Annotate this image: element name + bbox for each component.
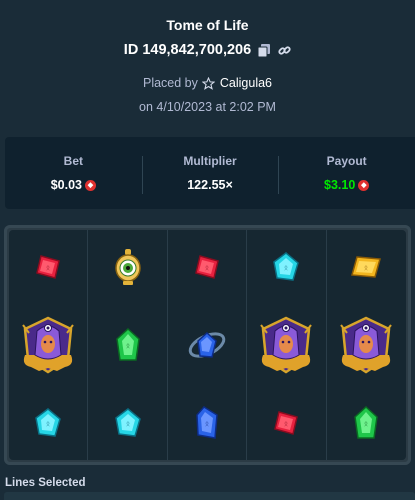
svg-text:ᛟ: ᛟ bbox=[125, 420, 129, 428]
placed-by-row: Placed by Caligula6 bbox=[0, 76, 415, 90]
currency-coin-icon: ◆ bbox=[84, 179, 96, 191]
reel-grid: ᛟᛟᛟᛟᛟᛟᛟᛟᛟᛟ bbox=[9, 230, 406, 460]
star-icon bbox=[202, 76, 216, 90]
blue-gem-icon: ᛟ bbox=[168, 387, 246, 460]
username-link[interactable]: Caligula6 bbox=[220, 76, 272, 90]
currency-coin-icon: ◆ bbox=[358, 179, 370, 191]
link-icon[interactable] bbox=[277, 43, 291, 57]
reel-column: ᛟᛟ bbox=[247, 230, 327, 460]
svg-text:ᛟ: ᛟ bbox=[364, 420, 368, 428]
reel-column: ᛟᛟ bbox=[88, 230, 168, 460]
reel-column: ᛟᛟ bbox=[9, 230, 89, 460]
payout-label: Payout bbox=[326, 154, 367, 168]
red-gem-icon: ᛟ bbox=[168, 230, 246, 303]
bet-id-row: ID 149,842,700,206 bbox=[0, 42, 415, 58]
svg-text:ᛟ: ᛟ bbox=[125, 342, 129, 350]
bet-stats-panel: Bet $0.03 ◆ Multiplier 122.55× Payout $3… bbox=[5, 137, 415, 209]
bet-value: $0.03 bbox=[50, 178, 82, 192]
cyan-gem-icon: ᛟ bbox=[247, 230, 325, 303]
svg-text:ᛟ: ᛟ bbox=[284, 264, 288, 272]
payout-value: $3.10 bbox=[324, 178, 356, 192]
bet-id: ID 149,842,700,206 bbox=[123, 42, 252, 58]
svg-text:ᛟ: ᛟ bbox=[284, 420, 288, 428]
slot-board: ᛟᛟᛟᛟᛟᛟᛟᛟᛟᛟ bbox=[4, 225, 411, 465]
pharaoh-wild-icon bbox=[9, 303, 87, 387]
red-gem-icon: ᛟ bbox=[9, 230, 87, 303]
bet-stat: Bet $0.03 ◆ bbox=[5, 154, 142, 192]
svg-text:ᛟ: ᛟ bbox=[46, 420, 50, 428]
payout-stat: Payout $3.10 ◆ bbox=[278, 154, 415, 194]
game-title[interactable]: Tome of Life bbox=[0, 16, 415, 34]
svg-text:ᛟ: ᛟ bbox=[46, 264, 50, 272]
blue-orb-icon bbox=[168, 303, 246, 387]
multiplier-label: Multiplier bbox=[183, 154, 237, 168]
lines-selected-panel bbox=[4, 492, 415, 500]
reel-column: ᛟᛟ bbox=[168, 230, 248, 460]
cyan-gem-icon: ᛟ bbox=[88, 387, 166, 460]
scarab-eye-icon bbox=[88, 230, 166, 303]
pharaoh-wild-icon bbox=[247, 303, 325, 387]
bet-header: Tome of Life ID 149,842,700,206 Placed b… bbox=[0, 0, 415, 114]
svg-text:ᛟ: ᛟ bbox=[205, 264, 209, 272]
reel-column: ᛟᛟ bbox=[327, 230, 406, 460]
multiplier-stat: Multiplier 122.55× bbox=[141, 154, 279, 194]
pharaoh-wild-icon bbox=[327, 303, 406, 387]
svg-text:ᛟ: ᛟ bbox=[205, 420, 209, 428]
copy-icon[interactable] bbox=[257, 43, 271, 57]
bet-label: Bet bbox=[63, 154, 83, 168]
svg-text:ᛟ: ᛟ bbox=[364, 264, 368, 272]
green-gem-icon: ᛟ bbox=[88, 303, 166, 387]
yellow-gem-icon: ᛟ bbox=[327, 230, 406, 303]
red-gem-icon: ᛟ bbox=[247, 387, 325, 460]
lines-selected-label: Lines Selected bbox=[5, 477, 86, 489]
multiplier-value: 122.55× bbox=[187, 178, 233, 192]
placed-by-prefix: Placed by bbox=[142, 76, 198, 90]
placed-on-date: on 4/10/2023 at 2:02 PM bbox=[139, 100, 276, 114]
cyan-gem-icon: ᛟ bbox=[9, 387, 87, 460]
green-gem-icon: ᛟ bbox=[327, 387, 406, 460]
